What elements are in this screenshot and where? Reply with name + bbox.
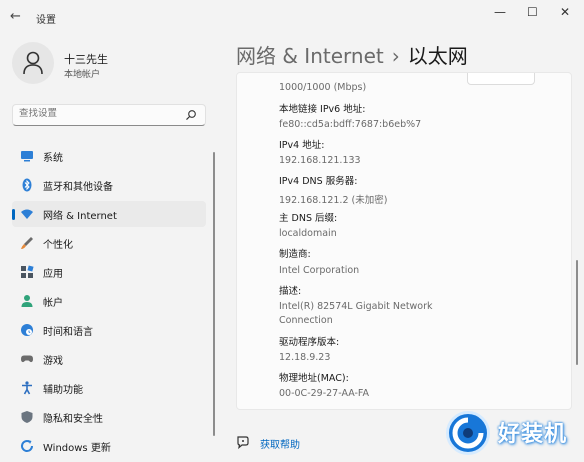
sidebar-item-bluetooth[interactable]: 蓝牙和其他设备 [12,172,206,198]
avatar [12,42,54,84]
property-value: 00-0C-29-27-AA-FA [279,388,370,399]
sidebar-item-label: Windows 更新 [43,443,111,454]
sidebar-scrollbar[interactable] [213,152,215,436]
globe-clock-icon [21,324,33,336]
property-value: 12.18.9.23 [279,352,331,363]
brush-icon [21,237,33,249]
copy-button[interactable] [467,73,535,85]
property-label: 物理地址(MAC): [279,373,349,384]
property-label: 主 DNS 后缀: [279,213,338,224]
sidebar-item-gaming[interactable]: 游戏 [12,346,206,372]
property-label: 制造商: [279,249,311,260]
accessibility-icon [22,381,32,395]
sidebar-item-personalization[interactable]: 个性化 [12,230,206,256]
property-value: 192.168.121.2 (未加密) [279,195,388,206]
sidebar-item-windows-update[interactable]: Windows 更新 [12,433,206,459]
windows-update-icon [21,440,34,452]
property-value: Intel(R) 82574L Gigabit Network [279,301,433,312]
sidebar-item-accounts[interactable]: 帐户 [12,288,206,314]
sidebar-item-accessibility[interactable]: 辅助功能 [12,375,206,401]
gamepad-icon [21,355,33,363]
person-icon [23,51,43,75]
user-name: 十三先生 [64,53,108,66]
sidebar-item-label: 隐私和安全性 [43,414,103,425]
property-value: 1000/1000 (Mbps) [279,82,367,93]
watermark-badge-icon [446,411,490,455]
search-box[interactable] [12,104,206,126]
ethernet-properties-panel: 1000/1000 (Mbps) 本地链接 IPv6 地址: fe80::cd5… [236,72,572,410]
property-label: 驱动程序版本: [279,337,340,348]
breadcrumb-parent[interactable]: 网络 & Internet [236,44,384,68]
sidebar-item-privacy[interactable]: 隐私和安全性 [12,404,206,430]
sidebar-item-time-language[interactable]: 时间和语言 [12,317,206,343]
sidebar-item-label: 应用 [43,269,63,280]
sidebar-item-label: 系统 [43,153,63,164]
title-bar: ← 设置 — ☐ ✕ [0,0,584,34]
monitor-icon [21,151,33,162]
shield-icon [21,411,33,423]
property-label: 描述: [279,286,302,297]
property-label: 本地链接 IPv6 地址: [279,104,366,115]
property-label: IPv4 DNS 服务器: [279,176,358,187]
page-title: 以太网 [407,44,468,68]
help-icon [237,436,249,449]
sidebar-item-label: 游戏 [43,356,63,367]
back-arrow-icon[interactable]: ← [10,9,21,24]
sidebar-item-system[interactable]: 系统 [12,143,206,169]
property-value: fe80::cd5a:bdff:7687:b6eb%7 [279,119,422,130]
sidebar-item-label: 辅助功能 [43,385,83,396]
property-value: localdomain [279,228,337,239]
get-help-label: 获取帮助 [260,440,300,451]
sidebar-item-label: 个性化 [43,240,73,251]
sidebar-item-label: 蓝牙和其他设备 [43,182,113,193]
maximize-button[interactable]: ☐ [527,5,538,19]
person-icon [21,295,33,307]
sidebar-item-label: 时间和语言 [43,327,93,338]
breadcrumb-separator: › [391,44,400,68]
apps-icon [21,265,34,278]
sidebar-item-apps[interactable]: 应用 [12,259,206,285]
property-label: IPv4 地址: [279,140,325,151]
sidebar-item-network[interactable]: 网络 & Internet [12,201,206,227]
active-indicator [12,209,15,220]
property-value: Connection [279,315,333,326]
sidebar-item-label: 帐户 [43,298,63,309]
watermark-text: 好装机 [498,422,568,447]
search-input[interactable] [19,108,179,119]
sidebar-item-label: 网络 & Internet [43,211,117,222]
bluetooth-icon [22,178,32,192]
account-type: 本地帐户 [64,70,101,80]
wifi-icon [21,209,33,219]
minimize-button[interactable]: — [494,5,506,19]
app-title: 设置 [36,15,56,26]
watermark-logo: 好装机 [440,408,584,462]
breadcrumb: 网络 & Internet › 以太网 [236,40,468,69]
content-scrollbar[interactable] [576,260,578,365]
close-button[interactable]: ✕ [560,5,570,19]
search-icon[interactable] [185,109,197,121]
property-value: 192.168.121.133 [279,155,361,166]
property-value: Intel Corporation [279,265,360,276]
